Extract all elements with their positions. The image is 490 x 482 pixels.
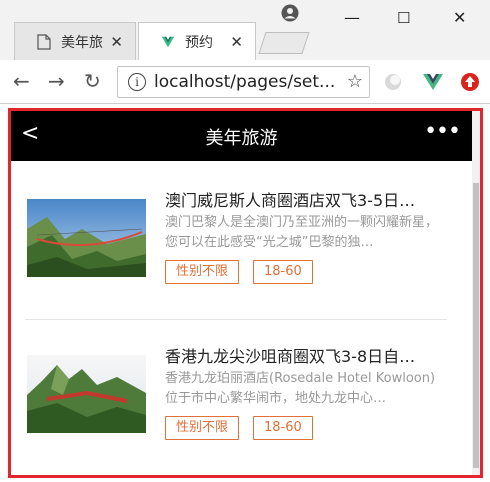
address-bar[interactable]: i localhost/pages/set... ☆ [117, 66, 370, 98]
close-window-icon[interactable]: ✕ [453, 8, 466, 27]
minimize-icon[interactable]: — [344, 8, 360, 27]
scrollbar-thumb[interactable] [473, 183, 479, 468]
mobile-page-frame: < 美年旅游 ••• 澳门威尼斯人商圈酒店双飞3-5日… 澳门巴黎人是全澳门乃至… [8, 108, 483, 478]
tab-label: 美年旅 [61, 34, 103, 51]
close-tab-icon[interactable]: ✕ [110, 33, 123, 51]
item-description: 香港九龙珀丽酒店(Rosedale Hotel Kowloon)位于市中心繁华闹… [165, 371, 436, 406]
profile-icon[interactable] [281, 4, 299, 22]
new-tab-button[interactable] [258, 32, 310, 54]
bookmark-star-icon[interactable]: ☆ [347, 71, 363, 92]
list-item[interactable]: 澳门威尼斯人商圈酒店双飞3-5日… 澳门巴黎人是全澳门乃至亚洲的一颗闪耀新星，您… [25, 165, 447, 319]
gender-tag: 性别不限 [165, 260, 240, 284]
browser-titlebar: 美年旅 ✕ 预约 ✕ — ☐ ✕ [0, 0, 490, 60]
extension-icon[interactable] [383, 72, 403, 92]
browser-tab-active[interactable]: 预约 ✕ [138, 22, 256, 60]
page-title: 美年旅游 [205, 128, 278, 149]
tour-image-mountain [27, 355, 146, 433]
reload-icon[interactable]: ↻ [84, 69, 101, 93]
upload-icon[interactable] [460, 72, 480, 92]
maximize-icon[interactable]: ☐ [397, 9, 410, 27]
browser-tab-inactive[interactable]: 美年旅 ✕ [14, 22, 136, 60]
gender-tag: 性别不限 [165, 416, 240, 440]
vue-icon [161, 36, 175, 47]
tag-list: 性别不限 18-60 [165, 416, 327, 440]
divider [25, 319, 447, 320]
scrollbar[interactable] [472, 111, 480, 475]
browser-toolbar: ← → ↻ i localhost/pages/set... ☆ [0, 60, 490, 104]
vue-devtools-icon[interactable] [423, 72, 443, 92]
age-tag: 18-60 [253, 260, 313, 284]
forward-arrow-icon[interactable]: → [48, 69, 65, 93]
tour-image-bridge [27, 199, 146, 277]
close-tab-icon[interactable]: ✕ [230, 33, 243, 51]
tag-list: 性别不限 18-60 [165, 260, 327, 284]
document-icon [37, 33, 51, 50]
tab-label: 预约 [185, 34, 213, 51]
list-item[interactable]: 香港九龙尖沙咀商圈双飞3-8日自… 香港九龙珀丽酒店(Rosedale Hote… [25, 321, 447, 475]
item-title: 澳门威尼斯人商圈酒店双飞3-5日… [165, 191, 416, 210]
info-icon[interactable]: i [128, 73, 146, 91]
item-title: 香港九龙尖沙咀商圈双飞3-8日自… [165, 347, 416, 366]
item-description: 澳门巴黎人是全澳门乃至亚洲的一颗闪耀新星，您可以在此感受“光之城”巴黎的独… [165, 215, 439, 250]
back-arrow-icon[interactable]: ← [13, 69, 30, 93]
app-header: < 美年旅游 ••• [11, 111, 472, 161]
age-tag: 18-60 [253, 416, 313, 440]
address-text: localhost/pages/set... [154, 72, 334, 92]
more-options-icon[interactable]: ••• [424, 119, 461, 144]
